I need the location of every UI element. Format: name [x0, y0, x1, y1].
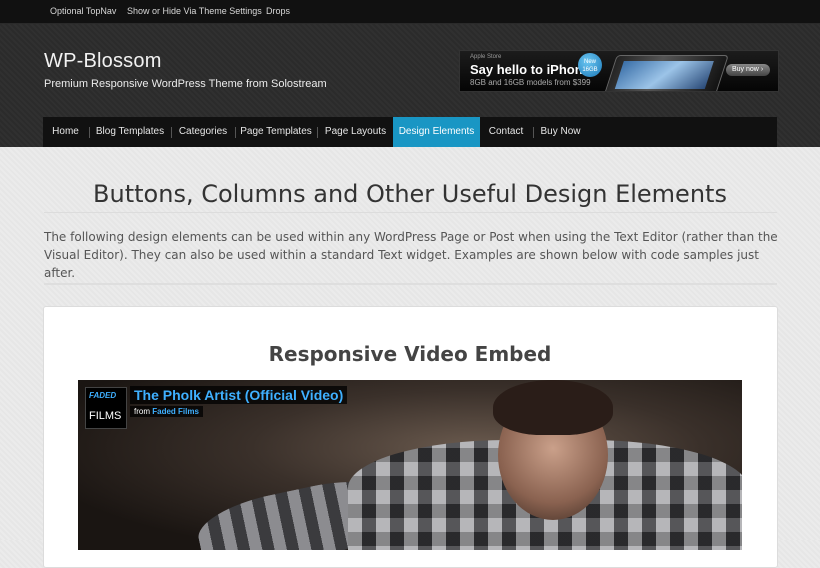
nav-item-contact[interactable]: Contact — [480, 117, 532, 147]
channel-logo[interactable]: FADED FILMS — [85, 387, 127, 429]
site-description: Premium Responsive WordPress Theme from … — [44, 78, 327, 90]
nav-item-design-elements[interactable]: Design Elements — [393, 117, 480, 147]
page-title: Buttons, Columns and Other Useful Design… — [93, 180, 727, 208]
top-navigation: Optional TopNav Show or Hide Via Theme S… — [0, 0, 820, 24]
video-embed[interactable]: FADED FILMS The Pholk Artist (Official V… — [78, 380, 742, 550]
intro-paragraph: The following design elements can be use… — [44, 230, 778, 280]
buy-now-ad-button[interactable]: Buy now › — [726, 64, 770, 76]
title-divider — [44, 212, 777, 213]
nav-item-categories[interactable]: Categories — [172, 117, 234, 147]
nav-item-page-layouts[interactable]: Page Layouts — [318, 117, 393, 147]
apple-store-label: Apple Store — [470, 54, 502, 60]
video-byline: from Faded Films — [130, 406, 203, 417]
iphone-image — [603, 55, 729, 91]
nav-item-page-templates[interactable]: Page Templates — [236, 117, 316, 147]
video-title-link[interactable]: The Pholk Artist (Official Video) — [130, 386, 348, 404]
card-title: Responsive Video Embed — [268, 342, 552, 366]
section-divider — [44, 283, 777, 285]
main-navigation: Home Blog Templates Categories Page Temp… — [43, 117, 777, 147]
topnav-drops[interactable]: Drops — [266, 6, 290, 16]
new-badge: New 16GB — [578, 53, 602, 77]
nav-item-home[interactable]: Home — [43, 117, 88, 147]
iphone-ad-banner[interactable]: Apple Store Say hello to iPhone. 8GB and… — [459, 50, 779, 92]
channel-link[interactable]: Faded Films — [152, 407, 199, 416]
arrow-icon: › — [760, 66, 764, 73]
nav-item-blog-templates[interactable]: Blog Templates — [90, 117, 170, 147]
nav-item-buy-now[interactable]: Buy Now — [534, 117, 587, 147]
topnav-optional[interactable]: Optional TopNav — [50, 6, 116, 16]
ad-subtext: 8GB and 16GB models from $399 — [470, 78, 591, 87]
ad-headline: Say hello to iPhone. — [470, 62, 594, 77]
site-title[interactable]: WP-Blossom — [44, 50, 162, 73]
topnav-show-hide[interactable]: Show or Hide Via Theme Settings — [127, 6, 262, 16]
